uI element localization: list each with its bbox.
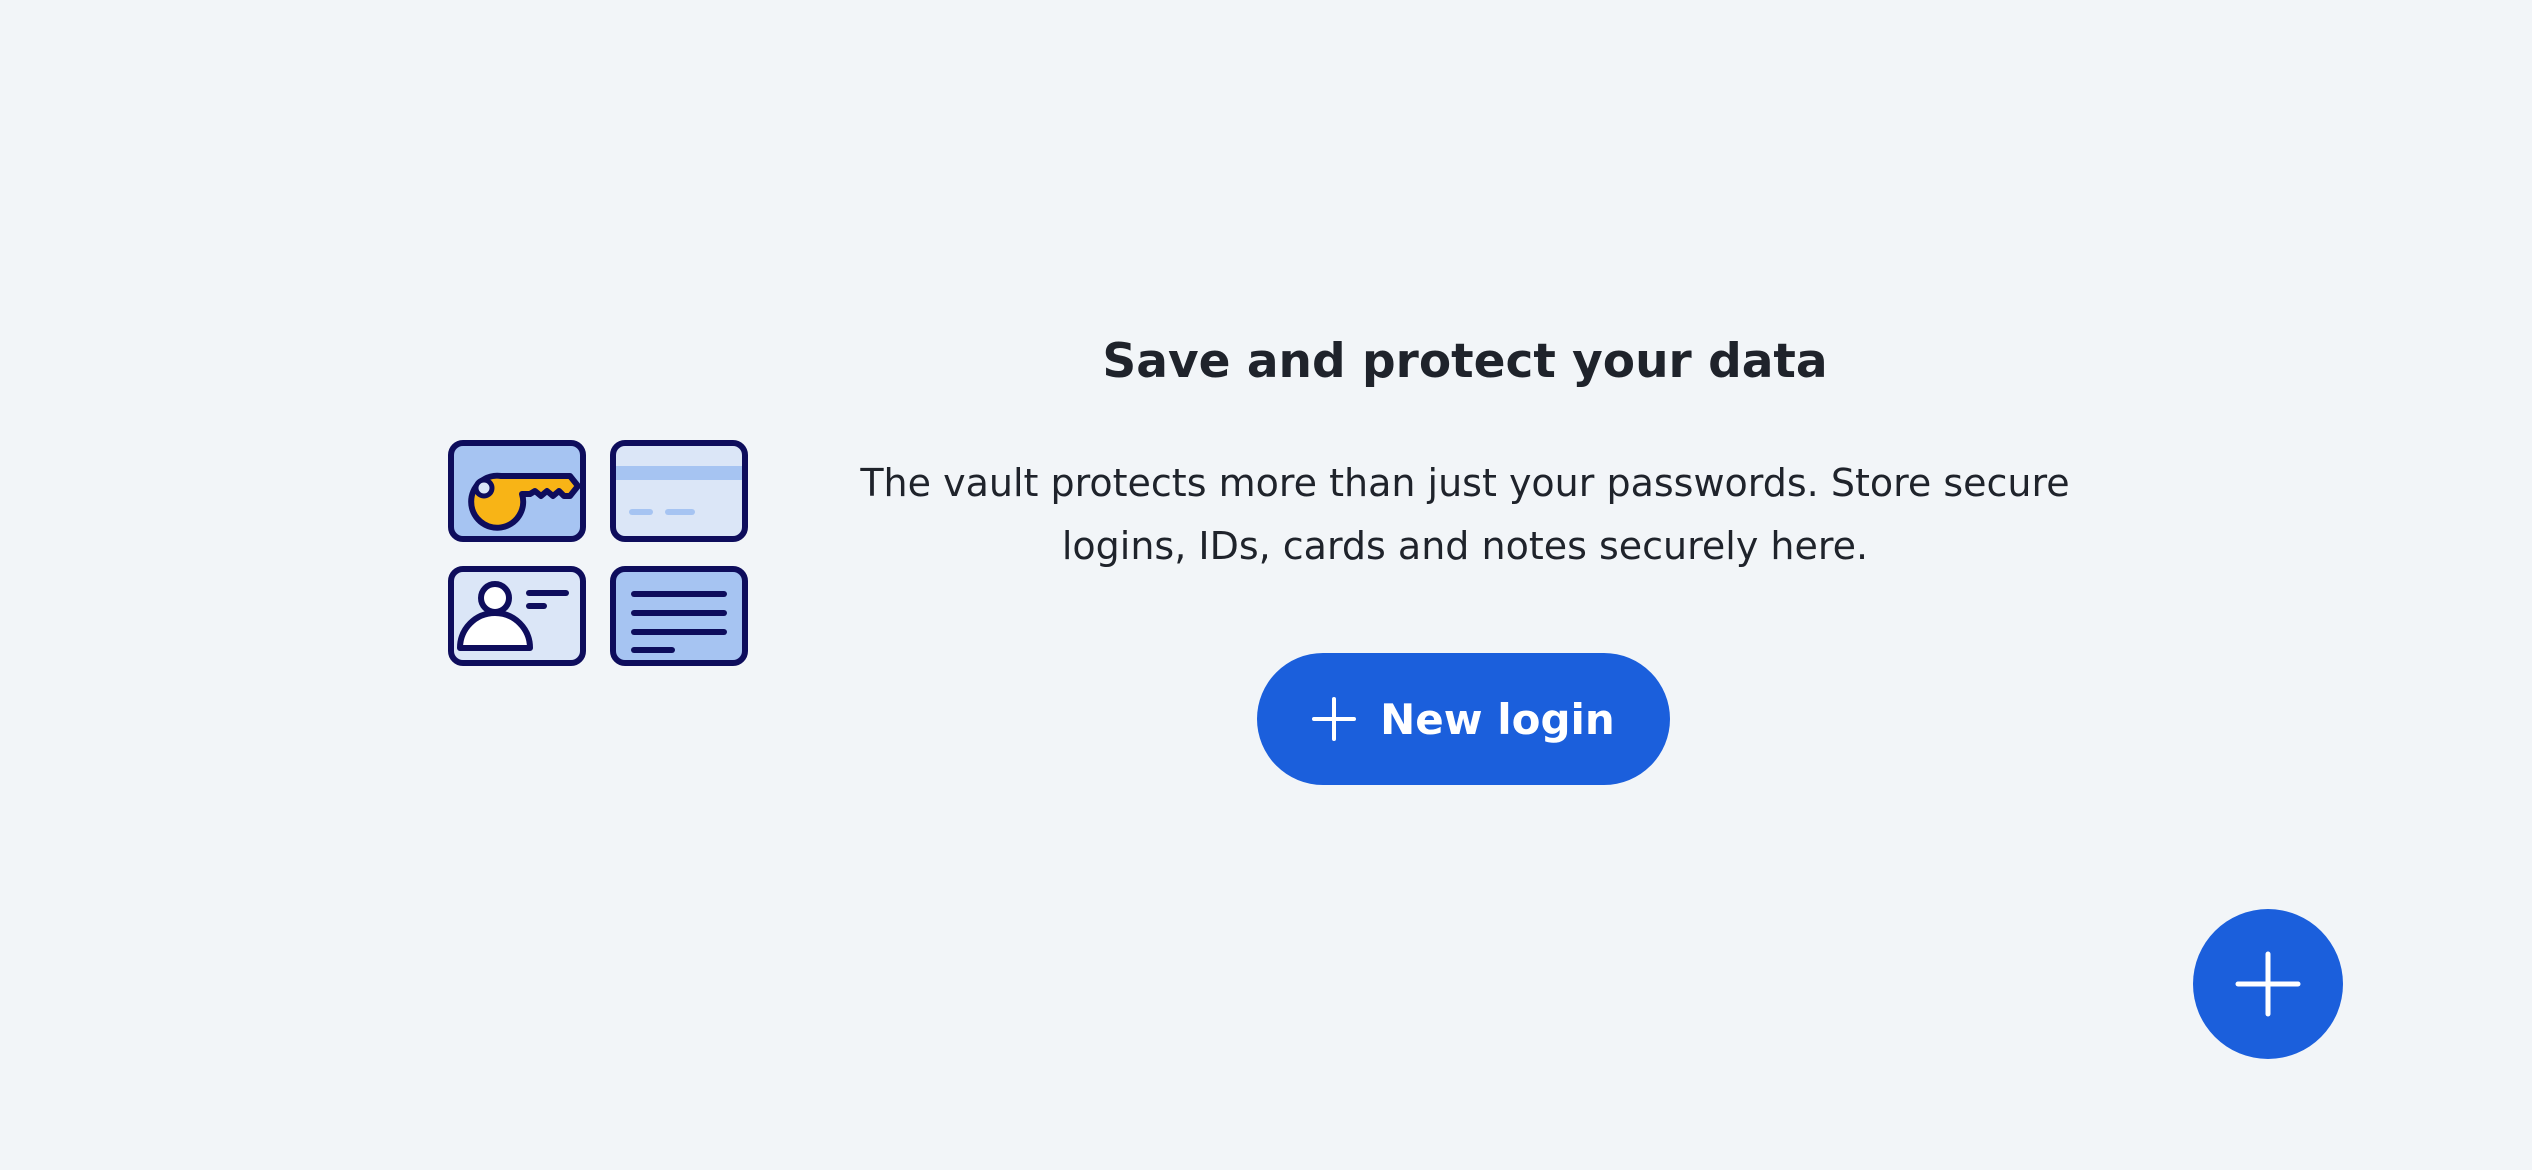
empty-state-title: Save and protect your data [1102,334,1828,389]
card-icon [610,440,748,542]
new-login-button[interactable]: New login [1257,653,1670,785]
add-item-fab[interactable] [2193,909,2343,1059]
key-icon [448,440,586,542]
plus-icon [1312,697,1357,741]
identity-icon [448,566,586,666]
new-login-label: New login [1380,694,1615,744]
plus-icon [2235,951,2301,1017]
empty-state-description: The vault protects more than just your p… [860,461,2070,568]
vault-illustration [446,438,750,668]
note-icon [610,566,748,666]
